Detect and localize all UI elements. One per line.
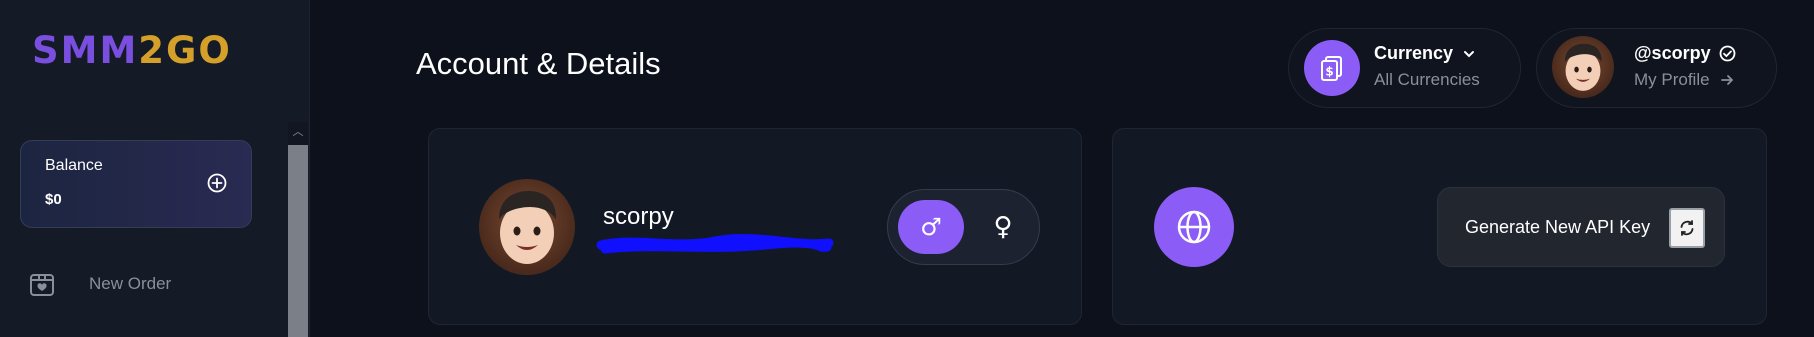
refresh-icon[interactable] — [1669, 208, 1705, 248]
page-title: Account & Details — [416, 46, 661, 81]
currency-selector[interactable]: $ Currency All Currencies — [1288, 28, 1521, 108]
gender-female-button[interactable]: ♀ — [976, 200, 1030, 254]
gift-box-icon — [26, 268, 58, 300]
generate-api-key-label: Generate New API Key — [1465, 217, 1651, 237]
currency-icon: $ — [1304, 40, 1360, 96]
female-symbol-icon: ♀ — [993, 212, 1013, 242]
my-profile-link[interactable]: My Profile — [1634, 70, 1734, 90]
logo-text-smm: SMM — [32, 29, 139, 72]
sidebar-item-label: New Order — [89, 274, 172, 293]
svg-text:$: $ — [1325, 65, 1333, 79]
balance-value: $0 — [45, 191, 62, 208]
sidebar-item-new-order[interactable]: New Order — [26, 266, 256, 302]
scroll-up-arrow-icon[interactable]: ︿ — [290, 124, 306, 140]
generate-api-key-button[interactable]: Generate New API Key — [1437, 187, 1725, 267]
male-symbol-icon: ♂ — [920, 213, 942, 241]
logo-text-2go: 2GO — [138, 29, 232, 72]
scrollbar-thumb[interactable] — [288, 145, 308, 337]
user-avatar — [479, 179, 575, 275]
brand-logo[interactable]: SMM2GO — [32, 30, 232, 72]
profile-menu[interactable]: @scorpy My Profile — [1536, 28, 1777, 108]
account-card: scorpy ♂ ♀ — [428, 128, 1082, 325]
plus-circle-icon[interactable] — [207, 173, 227, 193]
balance-card[interactable]: Balance $0 — [20, 140, 252, 228]
currency-title: Currency — [1374, 43, 1475, 64]
chevron-down-icon — [1463, 48, 1475, 60]
redaction-scribble — [596, 234, 834, 254]
currency-title-text: Currency — [1374, 43, 1454, 63]
profile-username: @scorpy — [1634, 43, 1736, 64]
check-circle-icon — [1719, 45, 1736, 62]
api-card: Generate New API Key — [1112, 128, 1767, 325]
globe-icon[interactable] — [1154, 187, 1234, 267]
balance-label: Balance — [45, 157, 103, 174]
account-username: scorpy — [603, 203, 674, 230]
profile-username-text: @scorpy — [1634, 43, 1711, 63]
currency-subtitle: All Currencies — [1374, 70, 1480, 89]
arrow-right-icon — [1720, 73, 1734, 87]
gender-male-button[interactable]: ♂ — [898, 200, 964, 254]
gender-toggle: ♂ ♀ — [887, 189, 1040, 265]
my-profile-label: My Profile — [1634, 70, 1710, 89]
sidebar: SMM2GO Balance $0 New Order ︿ — [0, 0, 310, 337]
avatar — [1552, 36, 1614, 98]
